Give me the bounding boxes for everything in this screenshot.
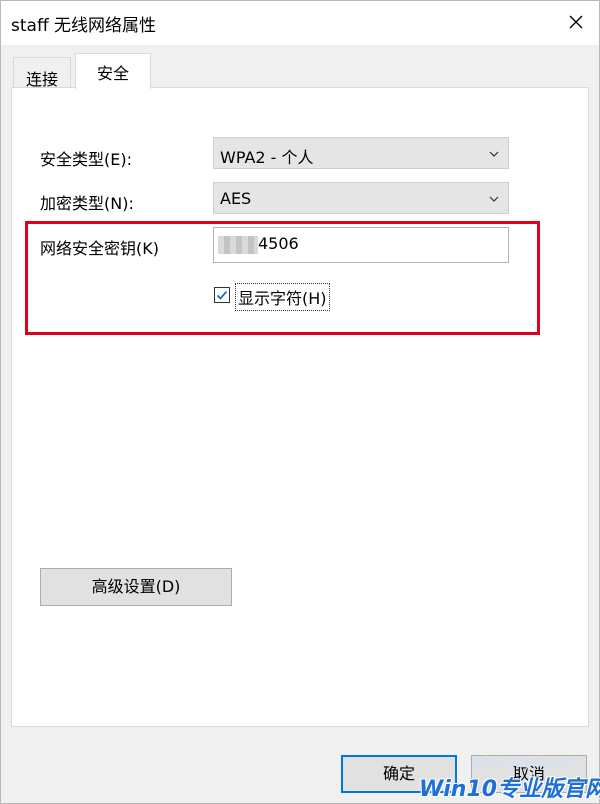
close-button[interactable]: [561, 7, 591, 37]
masked-key-portion: [218, 236, 258, 254]
properties-window: staff 无线网络属性 连接 安全 安全类型(E): WPA2 - 个人 加密…: [0, 0, 600, 804]
encryption-type-select[interactable]: AES: [213, 182, 509, 214]
network-key-label: 网络安全密钥(K): [40, 239, 159, 258]
encryption-type-value: AES: [220, 189, 252, 208]
close-icon: [569, 15, 583, 29]
title-bar: staff 无线网络属性: [1, 1, 599, 45]
show-characters-checkbox[interactable]: [214, 287, 230, 303]
tab-connection[interactable]: 连接: [13, 57, 71, 89]
advanced-settings-button[interactable]: 高级设置(D): [40, 568, 232, 606]
security-type-label: 安全类型(E):: [40, 150, 132, 169]
watermark-logo: Win10专业版官网: [419, 777, 600, 802]
security-type-select[interactable]: WPA2 - 个人: [213, 137, 509, 169]
security-type-value: WPA2 - 个人: [220, 148, 314, 167]
chevron-down-icon: [489, 196, 499, 202]
network-key-value: 4506: [258, 234, 299, 253]
chevron-down-icon: [489, 151, 499, 157]
network-key-input[interactable]: 4506: [213, 227, 509, 263]
tab-security[interactable]: 安全: [75, 53, 151, 89]
watermark-url: win10zyb.com: [471, 753, 580, 771]
show-characters-label[interactable]: 显示字符(H): [235, 283, 330, 311]
checkmark-icon: [216, 290, 228, 300]
encryption-type-label: 加密类型(N):: [40, 194, 134, 213]
window-title: staff 无线网络属性: [11, 16, 157, 36]
